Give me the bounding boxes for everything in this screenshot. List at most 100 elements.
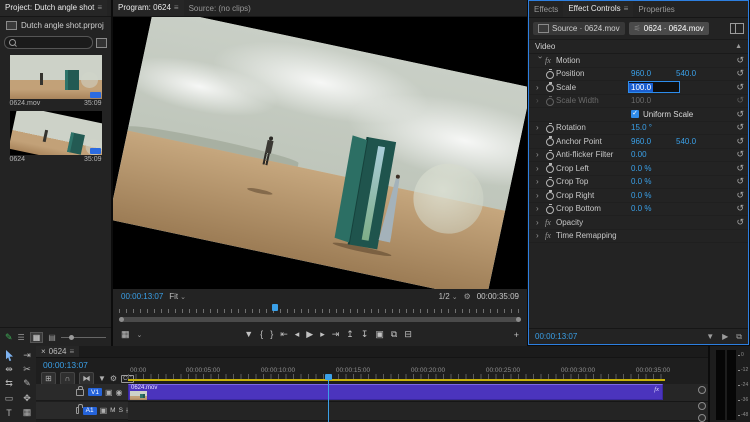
add-marker-icon[interactable]: ▼	[98, 374, 106, 383]
tab-properties[interactable]: Properties	[633, 1, 679, 17]
stopwatch-icon[interactable]	[545, 82, 556, 92]
program-current-timecode[interactable]: 00:00:13:07	[121, 292, 163, 301]
mark-in-icon[interactable]: {	[260, 329, 263, 340]
type-tool[interactable]: T	[6, 407, 12, 419]
hand-tool[interactable]: ✥	[23, 392, 31, 404]
selection-tool[interactable]	[5, 349, 14, 361]
lock-icon[interactable]	[76, 407, 79, 414]
chevron-right-icon[interactable]: ›	[536, 218, 545, 227]
program-video-area[interactable]	[113, 17, 527, 289]
reset-icon[interactable]: ↺	[736, 150, 744, 159]
panel-menu-icon[interactable]: ≡	[624, 4, 629, 13]
slip-tool[interactable]: ⇆	[5, 378, 13, 390]
chevron-expanded-icon[interactable]: ›	[536, 56, 545, 65]
search-bin-icon[interactable]	[96, 38, 107, 48]
clip-name[interactable]: 0624.mov	[10, 100, 41, 107]
button-editor-icon[interactable]: +	[514, 330, 519, 340]
multi-camera-icon[interactable]: ⊟	[404, 329, 412, 340]
reset-icon[interactable]: ↺	[736, 164, 744, 173]
program-mini-timeline[interactable]	[119, 305, 521, 313]
project-item-0624mov-thumbnail[interactable]	[10, 55, 102, 99]
reset-icon[interactable]: ↺	[736, 137, 744, 146]
add-marker-icon[interactable]: ▼	[244, 329, 253, 340]
mark-out-icon[interactable]: }	[270, 329, 273, 340]
crop-left-value[interactable]: 0.0 %	[631, 164, 651, 173]
track-badge-a1[interactable]: A1	[83, 407, 97, 415]
panel-menu-icon[interactable]: ≡	[69, 347, 74, 356]
step-back-icon[interactable]: ◂	[295, 329, 300, 340]
object-selection-tool[interactable]: ▦	[23, 407, 32, 419]
timeline-ruler[interactable]: 00:00 00:00:05:00 00:00:10:00 00:00:15:0…	[128, 366, 708, 382]
chevron-right-icon[interactable]: ›	[536, 177, 545, 186]
chevron-right-icon[interactable]: ›	[536, 204, 545, 213]
chevron-right-icon[interactable]: ›	[536, 231, 545, 240]
effect-row-motion[interactable]: › fx Motion ↺	[529, 54, 748, 68]
stopwatch-icon[interactable]	[545, 69, 556, 79]
source-clip-button[interactable]: Source · 0624.mov	[533, 22, 625, 35]
reset-icon[interactable]: ↺	[736, 56, 744, 65]
comparison-view-icon[interactable]: ⧉	[391, 329, 397, 340]
lock-icon[interactable]	[76, 389, 84, 396]
program-playhead[interactable]	[272, 304, 278, 311]
step-forward-icon[interactable]: ▸	[320, 329, 325, 340]
icon-view-icon[interactable]: ▦	[30, 332, 44, 343]
reset-icon[interactable]: ↺	[736, 110, 744, 119]
rectangle-tool[interactable]: ▭	[5, 392, 14, 404]
reset-icon[interactable]: ↺	[736, 83, 744, 92]
sequence-clip-button[interactable]: ⚟ 0624 · 0624.mov	[629, 22, 709, 35]
reset-icon[interactable]: ↺	[736, 191, 744, 200]
chevron-right-icon[interactable]: ›	[536, 123, 545, 132]
project-item-0624seq-thumbnail[interactable]	[10, 111, 102, 155]
keyframe-export-icon[interactable]: ⧉	[736, 332, 742, 342]
anchor-y-value[interactable]: 540.0	[676, 137, 696, 146]
stopwatch-icon[interactable]	[545, 163, 556, 173]
reset-icon[interactable]: ↺	[736, 123, 744, 132]
panel-menu-icon[interactable]: ≡	[97, 3, 102, 12]
crop-top-value[interactable]: 0.0 %	[631, 177, 651, 186]
settings-wrench-icon[interactable]: ⚙	[464, 292, 471, 301]
playback-resolution-dropdown[interactable]: 1/2 ⌄	[439, 292, 458, 301]
track-scroll-thumb[interactable]	[698, 402, 706, 410]
uniform-scale-checkbox[interactable]: ✓	[631, 110, 639, 118]
effect-controls-timecode[interactable]: 00:00:13:07	[535, 332, 577, 341]
thumbnail-zoom-slider[interactable]	[61, 337, 106, 338]
timeline-playhead-handle[interactable]	[325, 374, 332, 380]
chevron-right-icon[interactable]: ›	[536, 83, 545, 92]
anchor-x-value[interactable]: 960.0	[631, 137, 651, 146]
extract-icon[interactable]: ↧	[361, 329, 369, 340]
effect-row-opacity[interactable]: › fx Opacity ↺	[529, 216, 748, 230]
scale-value-input[interactable]: 100.0	[628, 81, 680, 93]
sequence-name[interactable]: 0624	[10, 156, 26, 163]
sync-lock-icon[interactable]: ▣	[100, 406, 108, 415]
stopwatch-icon[interactable]	[545, 150, 556, 160]
split-view-icon[interactable]	[730, 23, 744, 34]
track-scroll-thumb[interactable]	[698, 386, 706, 394]
mute-button[interactable]: M	[110, 407, 115, 414]
timeline-tab[interactable]: × 0624 ≡	[36, 346, 79, 357]
close-icon[interactable]: ×	[41, 347, 46, 356]
razor-tool[interactable]: ✂	[23, 364, 31, 376]
search-input[interactable]	[4, 36, 93, 49]
track-a1[interactable]	[128, 402, 708, 421]
rotation-value[interactable]: 15.0 °	[631, 123, 652, 132]
chevron-right-icon[interactable]: ›	[536, 191, 545, 200]
play-icon[interactable]: ▶	[306, 329, 313, 340]
go-to-in-icon[interactable]: ⇤	[280, 329, 288, 340]
monitor-settings-icon[interactable]: ▦	[121, 329, 130, 340]
tab-effects[interactable]: Effects	[529, 1, 563, 17]
filter-properties-icon[interactable]: ▼	[706, 332, 714, 342]
stopwatch-icon[interactable]	[545, 190, 556, 200]
toggle-track-output-eye-icon[interactable]: ◉	[116, 388, 123, 397]
timeline-clip-0624mov[interactable]: 0624.mov fx	[128, 384, 663, 400]
chevron-right-icon[interactable]: ›	[536, 164, 545, 173]
reset-icon[interactable]: ↺	[736, 204, 744, 213]
tab-source[interactable]: Source: (no clips)	[184, 0, 256, 16]
crop-bottom-value[interactable]: 0.0 %	[631, 204, 651, 213]
solo-button[interactable]: S	[119, 407, 123, 414]
program-scrollbar[interactable]	[119, 317, 521, 322]
tab-project[interactable]: Project: Dutch angle shot ≡	[0, 0, 107, 17]
crop-right-value[interactable]: 0.0 %	[631, 191, 651, 200]
video-section-header[interactable]: Video ▲	[529, 40, 748, 54]
timeline-settings-wrench-icon[interactable]: ⚙	[110, 374, 117, 383]
reset-icon[interactable]: ↺	[736, 69, 744, 78]
